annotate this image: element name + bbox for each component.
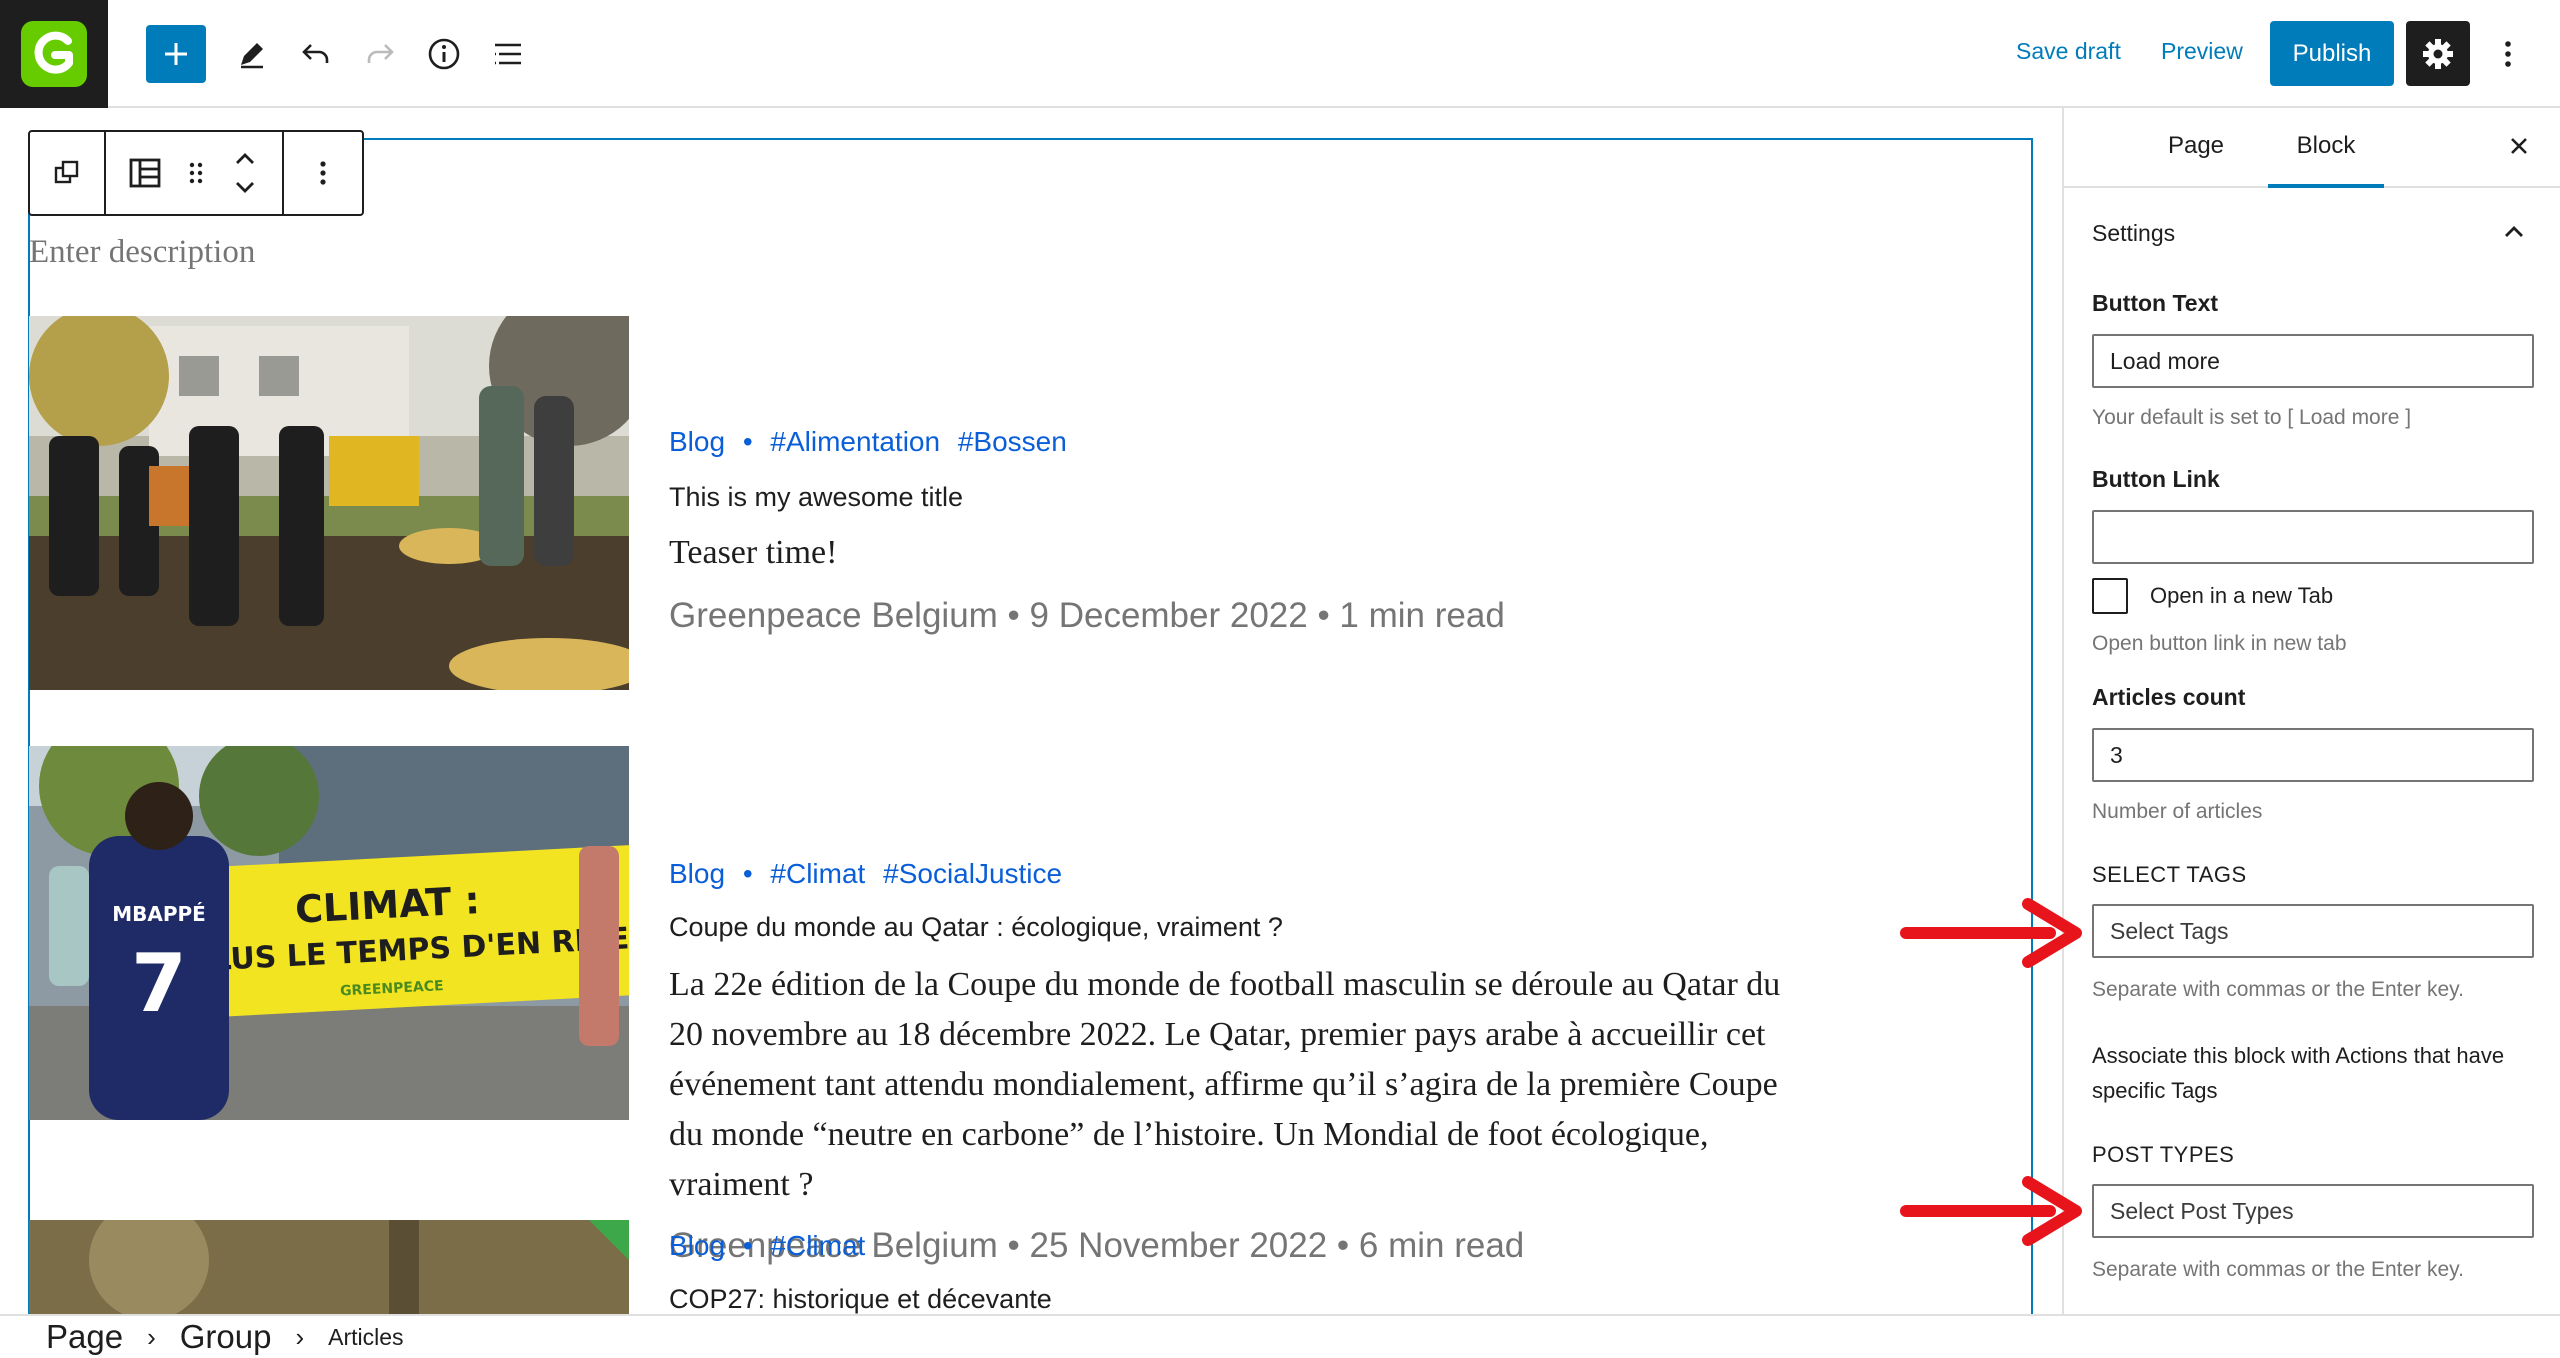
info-icon — [428, 38, 460, 70]
new-tab-checkbox[interactable] — [2092, 578, 2128, 614]
editor-canvas: Te Enter description — [0, 108, 2062, 1314]
post-types-input[interactable]: Select Post Types — [2092, 1184, 2534, 1238]
article-thumbnail[interactable] — [29, 316, 629, 690]
meta-separator: • — [742, 426, 753, 457]
article-thumbnail[interactable] — [29, 1220, 629, 1314]
meta-separator: • — [742, 858, 753, 889]
button-text-input[interactable]: Load more — [2092, 334, 2534, 388]
block-toolbar — [28, 130, 364, 216]
shirt-number: 7 — [131, 937, 187, 1030]
article-teaser: Teaser time! — [669, 534, 838, 571]
tools-button[interactable] — [220, 22, 284, 86]
drag-handle-icon[interactable] — [186, 158, 206, 188]
tag-link[interactable]: #Climat — [770, 858, 865, 889]
article-meta-links: Blog • #Alimentation #Bossen — [669, 426, 1077, 458]
article-meta-links: Blog • #Climat #SocialJustice — [669, 858, 1072, 890]
details-button[interactable] — [412, 22, 476, 86]
options-menu-button[interactable] — [2476, 22, 2540, 86]
greenpeace-logo-icon — [21, 21, 87, 87]
category-link[interactable]: Blog — [669, 858, 725, 889]
block-options-button[interactable] — [284, 132, 362, 214]
breadcrumb-current: Articles — [328, 1323, 404, 1350]
panel-toggle[interactable] — [2498, 216, 2530, 253]
category-link[interactable]: Blog — [669, 1230, 725, 1261]
new-tab-label[interactable]: Open in a new Tab — [2150, 578, 2560, 613]
save-draft-button[interactable]: Save draft — [2016, 38, 2121, 65]
settings-toggle-button[interactable] — [2406, 21, 2470, 86]
tag-link[interactable]: #Climat — [770, 1230, 865, 1261]
tag-link[interactable]: #SocialJustice — [883, 858, 1062, 889]
publish-button[interactable]: Publish — [2270, 21, 2394, 86]
panel-title[interactable]: Settings — [2092, 220, 2175, 247]
annotation-arrow-icon — [1900, 1176, 2082, 1246]
description-placeholder[interactable]: Enter description — [29, 234, 255, 271]
vertical-ellipsis-icon — [320, 161, 326, 185]
close-sidebar-button[interactable] — [2504, 128, 2534, 170]
article-teaser: La 22e édition de la Coupe du monde de f… — [669, 966, 1781, 1203]
settings-sidebar: Page Block Settings Button Text Load mor… — [2062, 108, 2560, 1314]
articles-block-icon[interactable] — [128, 156, 162, 190]
tag-link[interactable]: #Bossen — [958, 426, 1067, 457]
list-view-icon — [495, 43, 521, 65]
tab-block[interactable]: Block — [2268, 122, 2384, 188]
button-text-label: Button Text — [2092, 290, 2219, 316]
select-tags-label: SELECT TAGS — [2092, 862, 2247, 887]
tag-link[interactable]: #Alimentation — [770, 426, 940, 457]
article-title[interactable]: Coupe du monde au Qatar : écologique, vr… — [669, 912, 1283, 943]
article-title[interactable]: This is my awesome title — [669, 482, 963, 513]
vertical-ellipsis-icon — [2505, 41, 2511, 67]
block-type-group — [106, 132, 284, 214]
redo-button[interactable] — [348, 22, 412, 86]
button-link-label: Button Link — [2092, 466, 2220, 492]
article-meta-links: Blog • #Climat — [669, 1230, 875, 1262]
undo-button[interactable] — [284, 22, 348, 86]
sidebar-tabs: Page Block — [2064, 108, 2560, 188]
site-logo-button[interactable] — [0, 0, 108, 108]
article-item: CLIMAT : PLUS LE TEMPS D'EN RIRE GREENPE… — [29, 746, 1829, 1265]
block-inserter-button[interactable] — [146, 25, 206, 83]
block-parent-icon — [54, 160, 79, 184]
annotation-arrow-icon — [1900, 898, 2082, 968]
post-types-label: POST TYPES — [2092, 1142, 2235, 1167]
button-text-help: Your default is set to [ Load more ] — [2092, 406, 2412, 429]
chevron-right-icon: › — [295, 1321, 305, 1352]
select-tags-help: Separate with commas or the Enter key. — [2092, 978, 2464, 1001]
list-view-button[interactable] — [476, 22, 540, 86]
meta-separator: • — [742, 1230, 753, 1261]
close-icon — [2511, 138, 2527, 154]
breadcrumb-item[interactable]: Group — [180, 1318, 272, 1356]
articles-count-label: Articles count — [2092, 684, 2246, 710]
post-types-help: Separate with commas or the Enter key. — [2092, 1258, 2464, 1281]
select-parent-button[interactable] — [30, 132, 106, 214]
article-thumbnail[interactable]: CLIMAT : PLUS LE TEMPS D'EN RIRE GREENPE… — [29, 746, 629, 1120]
move-up-down-icon[interactable] — [230, 148, 260, 198]
article-item: Blog • #Climat COP27: historique et déce… — [29, 1220, 1829, 1314]
chevron-right-icon: › — [147, 1321, 156, 1352]
breadcrumb-item[interactable]: Page — [46, 1318, 123, 1356]
associate-tags-text: Associate this block with Actions that h… — [2092, 1043, 2505, 1103]
redo-icon — [367, 44, 394, 63]
button-link-input[interactable] — [2092, 510, 2534, 564]
articles-count-help: Number of articles — [2092, 800, 2263, 823]
editor-header: Save draft Preview Publish — [0, 0, 2560, 108]
block-breadcrumb: Page › Group › Articles — [0, 1314, 2560, 1358]
category-link[interactable]: Blog — [669, 426, 725, 457]
article-title[interactable]: COP27: historique et décevante — [669, 1284, 1052, 1314]
pencil-icon — [241, 43, 263, 69]
article-item: Blog • #Alimentation #Bossen This is my … — [29, 316, 1829, 696]
tab-page[interactable]: Page — [2146, 122, 2246, 188]
select-tags-input[interactable]: Select Tags — [2092, 904, 2534, 958]
shirt-name: MBAPPÉ — [112, 902, 206, 926]
new-tab-help: Open button link in new tab — [2092, 632, 2347, 655]
articles-count-input[interactable]: 3 — [2092, 728, 2534, 782]
chevron-up-icon — [2505, 226, 2523, 237]
plus-icon — [165, 43, 187, 65]
preview-button[interactable]: Preview — [2161, 38, 2243, 65]
gear-icon — [2423, 38, 2453, 69]
undo-icon — [302, 44, 329, 63]
article-info: Greenpeace Belgium • 9 December 2022 • 1… — [669, 596, 1505, 635]
